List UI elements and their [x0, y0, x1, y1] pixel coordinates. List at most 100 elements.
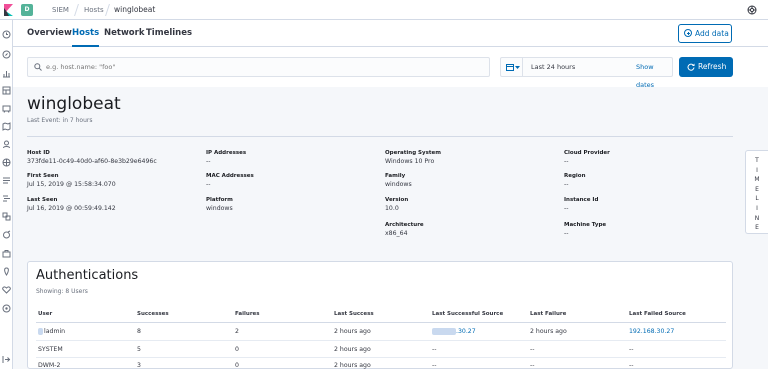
divider: [27, 136, 733, 137]
breadcrumb-hosts[interactable]: Hosts: [84, 0, 104, 20]
show-dates-link[interactable]: Show dates: [636, 58, 672, 94]
table-cell-last-success: 2 hours ago: [334, 346, 371, 353]
ip-addresses-title: IP Addresses: [206, 150, 247, 156]
table-cell-last-successful-source: --: [432, 362, 437, 369]
help-icon[interactable]: [747, 5, 757, 15]
ml-icon[interactable]: [2, 140, 11, 149]
logs-icon[interactable]: [2, 176, 11, 185]
refresh-label: Refresh: [698, 62, 727, 71]
calendar-icon: [506, 64, 514, 71]
tab-overview[interactable]: Overview: [27, 20, 72, 47]
collapse-nav-icon[interactable]: [2, 355, 11, 364]
breadcrumb-current: winglobeat: [114, 5, 156, 14]
page-title: winglobeat: [27, 94, 121, 114]
refresh-icon: [687, 63, 695, 71]
table-cell-last-failed-source[interactable]: 192.168.30.27: [629, 328, 674, 335]
timeline-letter: I: [756, 166, 758, 174]
uptime-icon[interactable]: [2, 212, 11, 221]
version-title: Version: [385, 197, 409, 203]
breadcrumb-separator: [105, 4, 110, 16]
table-cell-failures: 2: [235, 328, 239, 335]
chevron-down-icon: [515, 66, 520, 69]
table-cell-user: SYSTEM: [38, 346, 63, 353]
table-cell-failures: 0: [235, 346, 239, 353]
breadcrumb-siem[interactable]: SIEM: [52, 0, 69, 20]
infra-icon[interactable]: [2, 158, 11, 167]
column-header-last-success[interactable]: Last Success: [334, 311, 374, 317]
management-icon[interactable]: [2, 304, 11, 313]
clock-icon[interactable]: [2, 30, 11, 39]
cloud-provider-value: --: [564, 158, 569, 165]
timeline-label: T I M E L I N E: [746, 156, 768, 233]
table-cell-last-failure: 2 hours ago: [530, 328, 567, 335]
host-id-value: 373fde11-0c49-40d0-af60-8e3b29e6496c: [27, 158, 157, 165]
family-value: windows: [385, 181, 412, 188]
timeline-letter: I: [756, 204, 758, 212]
region-title: Region: [564, 173, 586, 179]
apm-icon[interactable]: [2, 194, 11, 203]
table-cell-successes: 8: [137, 328, 141, 335]
table-cell-last-failed-source: --: [629, 346, 634, 353]
authentications-count: Showing: 8 Users: [36, 288, 88, 295]
siem-icon[interactable]: [2, 230, 11, 239]
timeline-letter: N: [754, 214, 760, 222]
column-header-successes[interactable]: Successes: [137, 311, 169, 317]
tab-timelines[interactable]: Timelines: [146, 20, 192, 47]
table-cell-last-successful-source[interactable]: .30.27: [456, 328, 476, 335]
table-cell-failures: 0: [235, 362, 239, 369]
maps-icon[interactable]: [2, 122, 11, 131]
add-data-button[interactable]: Add data: [678, 24, 732, 43]
column-header-last-successful-source[interactable]: Last Successful Source: [432, 311, 503, 317]
heartbeat-icon[interactable]: [2, 285, 11, 294]
timeline-letter: M: [754, 176, 760, 184]
search-input[interactable]: [46, 58, 446, 76]
version-value: 10.0: [385, 205, 399, 212]
region-value: --: [564, 181, 569, 188]
first-seen-title: First Seen: [27, 173, 59, 179]
tab-hosts[interactable]: Hosts: [72, 20, 100, 47]
mac-addresses-title: MAC Addresses: [206, 173, 254, 179]
family-title: Family: [385, 173, 406, 179]
last-seen-value: Jul 16, 2019 @ 00:59:49.142: [27, 205, 116, 212]
ip-addresses-value: --: [206, 158, 211, 165]
column-header-failures[interactable]: Failures: [235, 311, 260, 317]
date-range-label: Last 24 hours: [531, 63, 576, 71]
dev-tools-icon[interactable]: [2, 249, 11, 258]
column-header-user[interactable]: User: [38, 311, 52, 317]
monitoring-icon[interactable]: [2, 267, 11, 276]
redacted-text: [38, 328, 43, 335]
refresh-button[interactable]: Refresh: [679, 57, 733, 77]
top-header: D SIEM Hosts winglobeat: [0, 0, 768, 20]
architecture-title: Architecture: [385, 222, 424, 228]
table-cell-successes: 5: [137, 346, 141, 353]
table-row-divider: [36, 357, 726, 358]
first-seen-value: Jul 15, 2019 @ 15:58:34.070: [27, 181, 116, 188]
architecture-value: x86_64: [385, 230, 408, 237]
breadcrumb-separator: [74, 4, 79, 16]
search-bar[interactable]: [27, 57, 490, 77]
canvas-icon[interactable]: [2, 104, 11, 113]
platform-value: windows: [206, 205, 233, 212]
space-avatar[interactable]: D: [21, 4, 33, 16]
quick-menu-button[interactable]: [501, 58, 523, 76]
timeline-flyout-button[interactable]: T I M E L I N E: [745, 150, 768, 234]
date-picker[interactable]: Last 24 hours Show dates: [500, 57, 673, 89]
instance-id-value: --: [564, 205, 569, 212]
compass-icon[interactable]: [2, 50, 11, 59]
kibana-logo-icon[interactable]: [4, 4, 13, 16]
table-cell-user: ladmin: [44, 328, 66, 335]
dashboard-icon[interactable]: [2, 86, 11, 95]
column-header-last-failure[interactable]: Last Failure: [530, 311, 566, 317]
visualize-icon[interactable]: [2, 69, 11, 78]
table-cell-last-failure: --: [530, 362, 535, 369]
table-cell-last-success: 2 hours ago: [334, 362, 371, 369]
search-icon: [34, 63, 42, 71]
instance-id-title: Instance Id: [564, 197, 599, 203]
column-header-last-failed-source[interactable]: Last Failed Source: [629, 311, 686, 317]
tab-network[interactable]: Network: [104, 20, 144, 47]
plus-circle-icon: [684, 29, 692, 37]
table-cell-user: DWM-2: [38, 362, 61, 369]
redacted-text: [432, 328, 456, 335]
table-cell-last-successful-source: --: [432, 346, 437, 353]
table-cell-last-success: 2 hours ago: [334, 328, 371, 335]
